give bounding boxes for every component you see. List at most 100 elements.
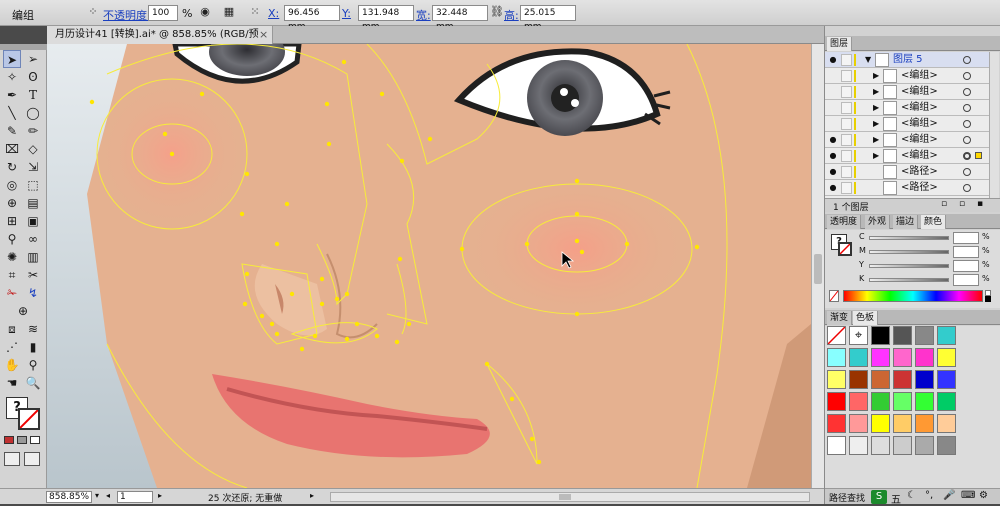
layer-name[interactable]: <路径> — [901, 166, 938, 178]
link-icon[interactable]: ⛓ — [490, 5, 504, 19]
selected-art-indicator[interactable] — [975, 152, 982, 159]
artboard-tool-icon[interactable]: ⌗ — [3, 266, 21, 284]
eyedropper-tool-icon[interactable]: ⚲ — [3, 230, 21, 248]
gradient-mode-icon[interactable] — [17, 436, 27, 444]
scrollbar-thumb[interactable] — [814, 254, 822, 284]
hand-drag-tool-icon[interactable]: ✋ — [3, 356, 21, 374]
color-swatch[interactable] — [937, 370, 956, 389]
expand-triangle-icon[interactable]: ▶ — [873, 118, 879, 130]
lock-toggle[interactable] — [841, 150, 852, 162]
ime-logo-icon[interactable]: S — [871, 490, 887, 504]
draw-mode-icon[interactable] — [4, 452, 20, 466]
layer-name[interactable]: <编组> — [901, 86, 938, 98]
height-input[interactable]: 25.015 mm — [520, 5, 576, 32]
visibility-icon[interactable]: ● — [828, 55, 838, 65]
visibility-icon[interactable]: ● — [828, 135, 838, 145]
layer-row[interactable]: ● <路径> — [825, 180, 989, 196]
mesh-grid-icon[interactable]: ⧈ — [3, 320, 21, 338]
swatches-tab[interactable]: 色板 — [853, 311, 879, 325]
color-swatch[interactable] — [849, 414, 868, 433]
blob-brush-tool-icon[interactable]: ⌧ — [3, 140, 21, 158]
line-tool-icon[interactable]: ╲ — [3, 104, 21, 122]
color-swatch[interactable] — [915, 370, 934, 389]
horizontal-scrollbar[interactable] — [330, 492, 810, 502]
width-label[interactable]: 宽: — [416, 7, 431, 23]
black-input[interactable] — [953, 274, 979, 286]
expand-triangle-icon[interactable]: ▼ — [865, 54, 871, 66]
slice-tool-icon[interactable]: ✂ — [24, 266, 42, 284]
layer-row[interactable]: ▶ <编组> — [825, 84, 989, 100]
target-icon[interactable] — [963, 136, 971, 144]
layer-row[interactable]: ● ▶ <编组> — [825, 132, 989, 148]
color-swatch[interactable] — [849, 348, 868, 367]
cyan-input[interactable] — [953, 232, 979, 244]
height-label[interactable]: 高: — [504, 7, 519, 23]
cyan-slider[interactable] — [869, 236, 949, 240]
lock-toggle[interactable] — [841, 70, 852, 82]
target-icon[interactable] — [963, 72, 971, 80]
expand-triangle-icon[interactable]: ▶ — [873, 86, 879, 98]
zoom-field[interactable]: 858.85% — [46, 491, 92, 503]
layer-row[interactable]: ▶ <编组> — [825, 100, 989, 116]
color-swatch[interactable] — [915, 326, 934, 345]
color-swatch[interactable] — [893, 348, 912, 367]
none-color-button[interactable] — [829, 290, 839, 302]
new-layer-icon[interactable]: ▫ — [959, 199, 965, 209]
stroke-swatch[interactable] — [18, 408, 40, 430]
new-sublayer-icon[interactable]: ▫ — [941, 199, 947, 209]
shape-builder-tool-icon[interactable]: ⊕ — [3, 194, 21, 212]
type-tool-icon[interactable]: T — [24, 86, 42, 104]
y-label[interactable]: Y: — [342, 7, 351, 20]
eraser-tool-icon[interactable]: ◇ — [24, 140, 42, 158]
lasso-tool-icon[interactable]: ʘ — [24, 68, 42, 86]
layer-row[interactable]: ● ▶ <编组> — [825, 148, 989, 164]
status-menu-icon[interactable]: ▸ — [310, 491, 314, 500]
gradient-tool-icon[interactable]: ▣ — [24, 212, 42, 230]
free-transform-tool-icon[interactable]: ⬚ — [24, 176, 42, 194]
color-swatch[interactable] — [871, 326, 890, 345]
prev-artboard-icon[interactable]: ◂ — [106, 491, 110, 500]
color-swatch[interactable] — [893, 436, 912, 455]
recolor-icon[interactable]: ◉ — [198, 5, 212, 19]
black-chip[interactable] — [985, 296, 991, 302]
align-icon[interactable]: ⁘ — [86, 5, 100, 19]
target-icon[interactable] — [963, 152, 971, 160]
layer-row[interactable]: ● ▼ 图层 5 — [825, 52, 989, 68]
layer-name[interactable]: <编组> — [901, 102, 938, 114]
color-swatch[interactable] — [915, 348, 934, 367]
artboard-canvas[interactable] — [47, 44, 811, 488]
face-illustration[interactable] — [47, 44, 811, 488]
target-icon[interactable] — [963, 88, 971, 96]
lock-toggle[interactable] — [841, 182, 852, 194]
color-spectrum-bar[interactable] — [843, 290, 983, 302]
screen-mode-icon[interactable] — [24, 452, 40, 466]
bar-graph-tool-icon[interactable]: ▮ — [24, 338, 42, 356]
x-label[interactable]: X: — [268, 7, 279, 20]
graph-tool-icon[interactable]: ⋰ — [3, 338, 21, 356]
hand-tool-icon[interactable]: ☚ — [3, 374, 21, 392]
color-swatch[interactable] — [893, 392, 912, 411]
visibility-icon[interactable]: ● — [828, 167, 838, 177]
opacity-input[interactable]: 100 — [148, 5, 178, 21]
lock-toggle[interactable] — [841, 102, 852, 114]
pen-tool-icon[interactable]: ✒ — [3, 86, 21, 104]
color-swatch[interactable] — [893, 370, 912, 389]
blend-tool-icon[interactable]: ∞ — [24, 230, 42, 248]
color-swatch[interactable] — [893, 414, 912, 433]
layer-row[interactable]: ● <路径> — [825, 164, 989, 180]
color-swatch[interactable] — [915, 436, 934, 455]
reference-point-icon[interactable]: ▦ — [222, 5, 236, 19]
microphone-icon[interactable]: 🎤 — [943, 490, 955, 501]
warp-tool-icon[interactable]: ◎ — [3, 176, 21, 194]
pencil-tool-icon[interactable]: ✏ — [24, 122, 42, 140]
color-swatch[interactable] — [937, 326, 956, 345]
keyboard-icon[interactable]: ⌨ — [961, 490, 975, 501]
layer-name[interactable]: <编组> — [901, 134, 938, 146]
x-input[interactable]: 96.456 mm — [284, 5, 340, 32]
color-swatch[interactable] — [937, 392, 956, 411]
color-swatch[interactable] — [827, 348, 846, 367]
close-tab-icon[interactable]: × — [259, 26, 268, 44]
color-swatch[interactable] — [871, 436, 890, 455]
target-icon[interactable] — [963, 56, 971, 64]
magenta-slider[interactable] — [869, 250, 949, 254]
